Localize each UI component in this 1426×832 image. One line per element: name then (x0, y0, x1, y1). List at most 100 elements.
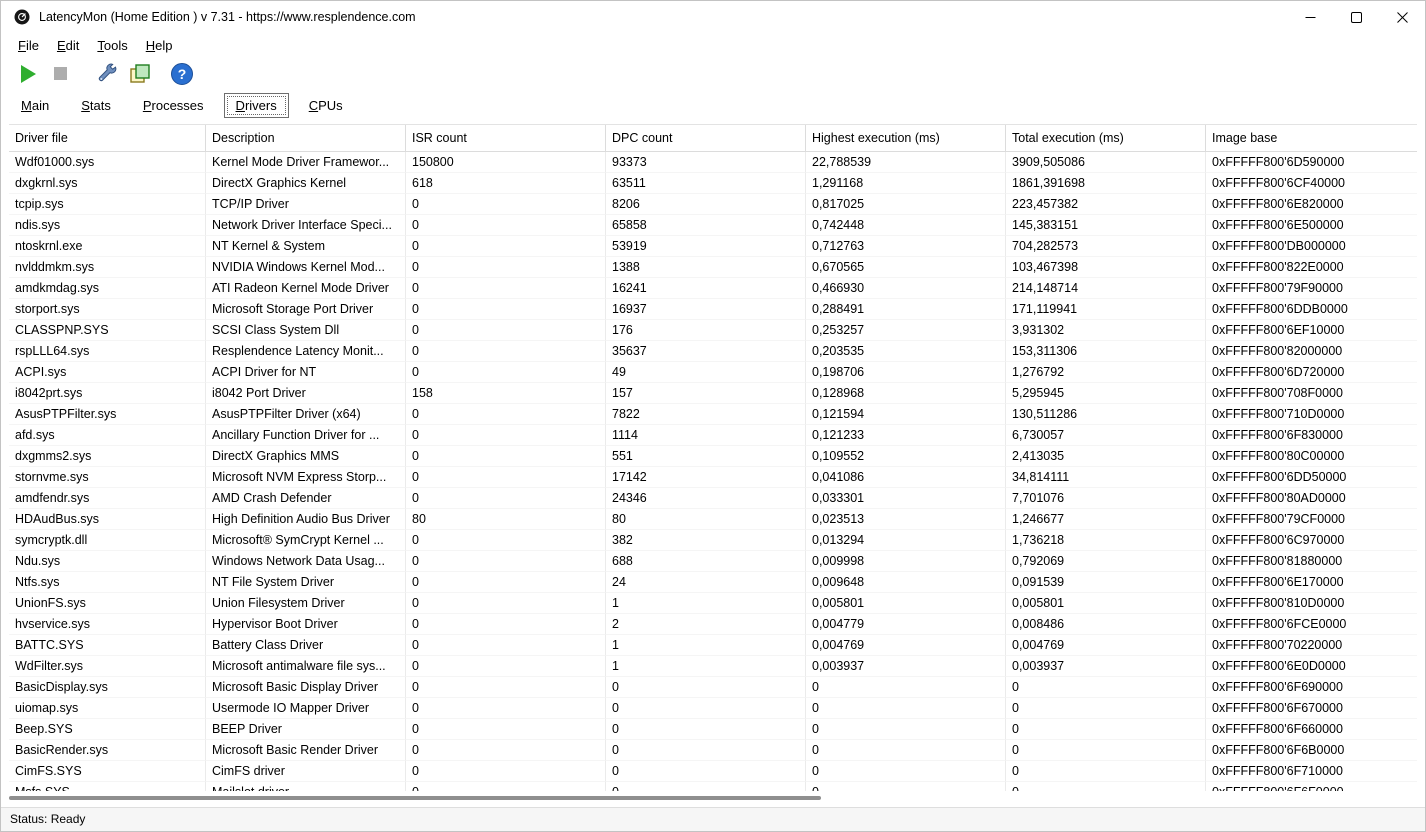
table-cell: Wdf01000.sys (9, 152, 206, 173)
table-row[interactable]: nvlddmkm.sysNVIDIA Windows Kernel Mod...… (9, 257, 1417, 278)
column-header[interactable]: Image base (1206, 125, 1417, 152)
close-icon[interactable] (1379, 1, 1425, 33)
table-cell: Kernel Mode Driver Framewor... (206, 152, 406, 173)
menu-item-tools[interactable]: Tools (88, 35, 136, 56)
table-cell: 0,013294 (806, 530, 1006, 551)
table-cell: 0,005801 (806, 593, 1006, 614)
column-header[interactable]: Description (206, 125, 406, 152)
table-cell: 0,033301 (806, 488, 1006, 509)
table-row[interactable]: storport.sysMicrosoft Storage Port Drive… (9, 299, 1417, 320)
help-button[interactable]: ? (169, 61, 195, 87)
table-row[interactable]: tcpip.sysTCP/IP Driver082060,817025223,4… (9, 194, 1417, 215)
table-cell: 0 (806, 677, 1006, 698)
maximize-icon[interactable] (1333, 1, 1379, 33)
table-cell: 0 (406, 446, 606, 467)
options-button[interactable] (95, 61, 121, 87)
menu-item-help[interactable]: Help (137, 35, 182, 56)
table-row[interactable]: AsusPTPFilter.sysAsusPTPFilter Driver (x… (9, 404, 1417, 425)
table-cell: 0,091539 (1006, 572, 1206, 593)
stop-monitor-button[interactable] (47, 61, 73, 87)
table-cell: amdkmdag.sys (9, 278, 206, 299)
scrollbar-thumb[interactable] (9, 796, 821, 800)
table-cell: Microsoft antimalware file sys... (206, 656, 406, 677)
tab-stats[interactable]: Stats (69, 93, 123, 118)
table-row[interactable]: BasicRender.sysMicrosoft Basic Render Dr… (9, 740, 1417, 761)
table-row[interactable]: rspLLL64.sysResplendence Latency Monit..… (9, 341, 1417, 362)
column-header[interactable]: Total execution (ms) (1006, 125, 1206, 152)
table-cell: 1 (606, 656, 806, 677)
table-body: Wdf01000.sysKernel Mode Driver Framewor.… (9, 152, 1417, 804)
table-cell: Hypervisor Boot Driver (206, 614, 406, 635)
table-cell: 0 (1006, 677, 1206, 698)
table-row[interactable]: UnionFS.sysUnion Filesystem Driver010,00… (9, 593, 1417, 614)
table-cell: 0xFFFFF800'6F830000 (1206, 425, 1417, 446)
table-row[interactable]: afd.sysAncillary Function Driver for ...… (9, 425, 1417, 446)
table-cell: nvlddmkm.sys (9, 257, 206, 278)
table-row[interactable]: CimFS.SYSCimFS driver00000xFFFFF800'6F71… (9, 761, 1417, 782)
table-cell: WdFilter.sys (9, 656, 206, 677)
table-cell: 0 (1006, 740, 1206, 761)
table-row[interactable]: BasicDisplay.sysMicrosoft Basic Display … (9, 677, 1417, 698)
tab-main[interactable]: Main (9, 93, 61, 118)
table-cell: 0,008486 (1006, 614, 1206, 635)
table-cell: 35637 (606, 341, 806, 362)
menu-item-edit[interactable]: Edit (48, 35, 88, 56)
table-row[interactable]: CLASSPNP.SYSSCSI Class System Dll01760,2… (9, 320, 1417, 341)
table-row[interactable]: ndis.sysNetwork Driver Interface Speci..… (9, 215, 1417, 236)
table-row[interactable]: amdfendr.sysAMD Crash Defender0243460,03… (9, 488, 1417, 509)
table-cell: 0,203535 (806, 341, 1006, 362)
table-row[interactable]: stornvme.sysMicrosoft NVM Express Storp.… (9, 467, 1417, 488)
table-cell: 214,148714 (1006, 278, 1206, 299)
table-row[interactable]: amdkmdag.sysATI Radeon Kernel Mode Drive… (9, 278, 1417, 299)
table-row[interactable]: uiomap.sysUsermode IO Mapper Driver00000… (9, 698, 1417, 719)
minimize-icon[interactable] (1287, 1, 1333, 33)
tab-drivers[interactable]: Drivers (224, 93, 289, 118)
table-row[interactable]: WdFilter.sysMicrosoft antimalware file s… (9, 656, 1417, 677)
menu-item-file[interactable]: File (9, 35, 48, 56)
table-cell: 0,009998 (806, 551, 1006, 572)
table-row[interactable]: hvservice.sysHypervisor Boot Driver020,0… (9, 614, 1417, 635)
table-cell: 0xFFFFF800'6DD50000 (1206, 467, 1417, 488)
copy-report-button[interactable] (127, 61, 153, 87)
table-cell: 150800 (406, 152, 606, 173)
tab-cpus[interactable]: CPUs (297, 93, 355, 118)
table-cell: 0,009648 (806, 572, 1006, 593)
table-cell: 0,128968 (806, 383, 1006, 404)
table-cell: 551 (606, 446, 806, 467)
table-row[interactable]: dxgmms2.sysDirectX Graphics MMS05510,109… (9, 446, 1417, 467)
tab-processes[interactable]: Processes (131, 93, 216, 118)
column-header[interactable]: ISR count (406, 125, 606, 152)
column-header[interactable]: Driver file (9, 125, 206, 152)
table-cell: 0xFFFFF800'6F690000 (1206, 677, 1417, 698)
table-cell: 65858 (606, 215, 806, 236)
table-cell: 223,457382 (1006, 194, 1206, 215)
table-row[interactable]: ntoskrnl.exeNT Kernel & System0539190,71… (9, 236, 1417, 257)
table-row[interactable]: BATTC.SYSBattery Class Driver010,0047690… (9, 635, 1417, 656)
table-cell: 0 (406, 635, 606, 656)
column-header[interactable]: DPC count (606, 125, 806, 152)
table-cell: 0xFFFFF800'79F90000 (1206, 278, 1417, 299)
column-header[interactable]: Highest execution (ms) (806, 125, 1006, 152)
table-row[interactable]: Wdf01000.sysKernel Mode Driver Framewor.… (9, 152, 1417, 173)
table-cell: SCSI Class System Dll (206, 320, 406, 341)
table-row[interactable]: ACPI.sysACPI Driver for NT0490,1987061,2… (9, 362, 1417, 383)
table-cell: 2,413035 (1006, 446, 1206, 467)
table-row[interactable]: HDAudBus.sysHigh Definition Audio Bus Dr… (9, 509, 1417, 530)
table-cell: 0 (406, 257, 606, 278)
horizontal-scrollbar[interactable] (9, 791, 1417, 804)
table-row[interactable]: i8042prt.sysi8042 Port Driver1581570,128… (9, 383, 1417, 404)
table-row[interactable]: Ndu.sysWindows Network Data Usag...06880… (9, 551, 1417, 572)
table-row[interactable]: Ntfs.sysNT File System Driver0240,009648… (9, 572, 1417, 593)
table-cell: 0 (606, 740, 806, 761)
table-cell: 0,198706 (806, 362, 1006, 383)
table-cell: 1,736218 (1006, 530, 1206, 551)
table-row[interactable]: Beep.SYSBEEP Driver00000xFFFFF800'6F6600… (9, 719, 1417, 740)
table-row[interactable]: symcryptk.dllMicrosoft® SymCrypt Kernel … (9, 530, 1417, 551)
table-row[interactable]: dxgkrnl.sysDirectX Graphics Kernel618635… (9, 173, 1417, 194)
table-cell: 0xFFFFF800'82000000 (1206, 341, 1417, 362)
start-monitor-button[interactable] (15, 61, 41, 87)
table-cell: 0 (806, 761, 1006, 782)
table-cell: 24 (606, 572, 806, 593)
table-cell: 0,109552 (806, 446, 1006, 467)
table-cell: 0 (406, 719, 606, 740)
